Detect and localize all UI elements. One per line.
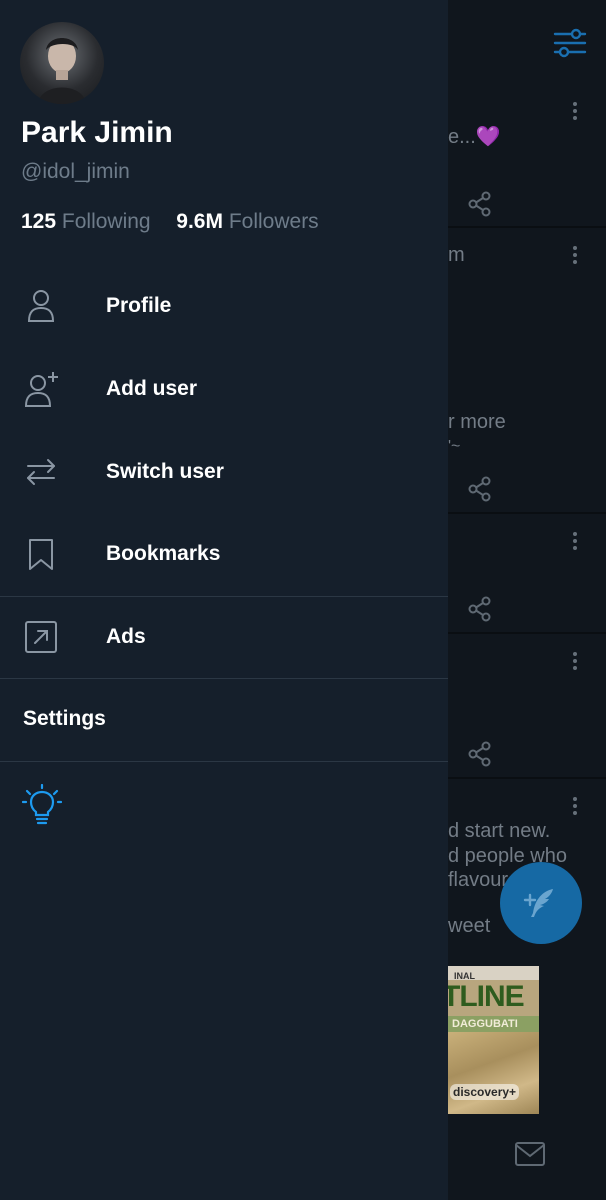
followers-label: Followers bbox=[228, 210, 319, 233]
tweet-snippet: '~ bbox=[448, 438, 461, 455]
menu-label: Ads bbox=[106, 625, 146, 648]
navigation-drawer: Park Jimin @idol_jimin 125 Following 9.6… bbox=[0, 0, 448, 1200]
compose-feather-icon bbox=[523, 889, 553, 917]
feed-divider bbox=[448, 512, 606, 514]
feed-divider bbox=[448, 777, 606, 779]
external-arrow-box-icon bbox=[25, 621, 57, 653]
followers-link[interactable]: 9.6M Followers bbox=[176, 210, 318, 233]
tweet-snippet: e...💜 bbox=[448, 126, 501, 148]
menu-label: Profile bbox=[106, 294, 172, 317]
menu-divider bbox=[0, 761, 448, 762]
tweet-more-icon[interactable] bbox=[566, 100, 584, 122]
tweet-snippet: r more bbox=[448, 411, 506, 433]
tweet-snippet: m bbox=[448, 244, 465, 266]
menu-item-add-user[interactable]: Add user bbox=[0, 349, 448, 429]
switch-arrows-icon bbox=[27, 459, 55, 485]
menu-divider bbox=[0, 678, 448, 679]
tweet-more-icon[interactable] bbox=[566, 650, 584, 672]
menu-item-profile[interactable]: Profile bbox=[0, 266, 448, 346]
ad-image[interactable]: INAL TLINE DAGGUBATI discovery+ bbox=[448, 966, 539, 1114]
lightbulb-icon[interactable] bbox=[22, 784, 62, 826]
profile-name[interactable]: Park Jimin bbox=[21, 116, 173, 150]
ad-brand-logo: discovery+ bbox=[450, 1084, 520, 1100]
ad-sand-background bbox=[448, 1032, 539, 1114]
share-icon[interactable] bbox=[466, 740, 494, 768]
menu-item-ads[interactable]: Ads bbox=[0, 597, 448, 677]
tweet-snippet: weet bbox=[448, 915, 491, 937]
share-icon[interactable] bbox=[466, 595, 494, 623]
filter-settings-icon[interactable] bbox=[552, 26, 588, 60]
ad-band-text: DAGGUBATI bbox=[448, 1016, 539, 1032]
feed-divider bbox=[448, 632, 606, 634]
share-icon[interactable] bbox=[466, 475, 494, 503]
following-label: Following bbox=[61, 210, 151, 233]
avatar[interactable] bbox=[20, 22, 104, 104]
profile-handle: @idol_jimin bbox=[21, 160, 130, 183]
tweet-more-icon[interactable] bbox=[566, 530, 584, 552]
add-person-icon bbox=[24, 372, 58, 407]
following-link[interactable]: 125 Following bbox=[21, 210, 151, 233]
ad-top-text: INAL bbox=[448, 966, 539, 981]
messages-tab-icon[interactable] bbox=[514, 1140, 546, 1168]
menu-label: Add user bbox=[106, 377, 198, 400]
tweet-snippet: d start new. bbox=[448, 820, 551, 842]
feed-divider bbox=[448, 226, 606, 228]
menu-item-switch-user[interactable]: Switch user bbox=[0, 432, 448, 512]
menu-item-bookmarks[interactable]: Bookmarks bbox=[0, 514, 448, 594]
settings-link[interactable]: Settings bbox=[23, 707, 106, 731]
tweet-more-icon[interactable] bbox=[566, 244, 584, 266]
tweet-more-icon[interactable] bbox=[566, 795, 584, 817]
share-icon[interactable] bbox=[466, 190, 494, 218]
person-icon bbox=[27, 290, 55, 322]
menu-label: Bookmarks bbox=[106, 542, 221, 565]
tweet-snippet: flavour bbox=[448, 869, 509, 891]
ad-title: TLINE bbox=[448, 980, 525, 1013]
followers-count: 9.6M bbox=[176, 210, 223, 233]
menu-label: Switch user bbox=[106, 460, 224, 483]
profile-photo bbox=[38, 38, 86, 104]
following-count: 125 bbox=[21, 210, 57, 233]
bookmark-icon bbox=[29, 539, 53, 570]
follow-stats: 125 Following 9.6M Followers bbox=[21, 210, 319, 234]
compose-tweet-button[interactable] bbox=[500, 862, 582, 944]
